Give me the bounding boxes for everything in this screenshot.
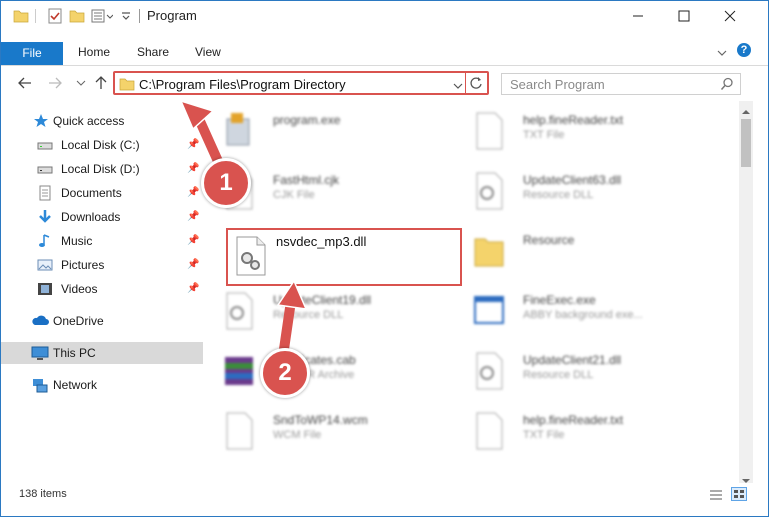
annotation-arrows xyxy=(179,99,308,361)
arrow-2-head xyxy=(276,279,308,310)
arrow-1-head xyxy=(179,99,215,131)
step-1-badge: 1 xyxy=(201,158,251,208)
step-2-badge: 2 xyxy=(260,348,310,398)
file-explorer-window: Program File Home Share View ? C:\Progra… xyxy=(0,0,769,517)
